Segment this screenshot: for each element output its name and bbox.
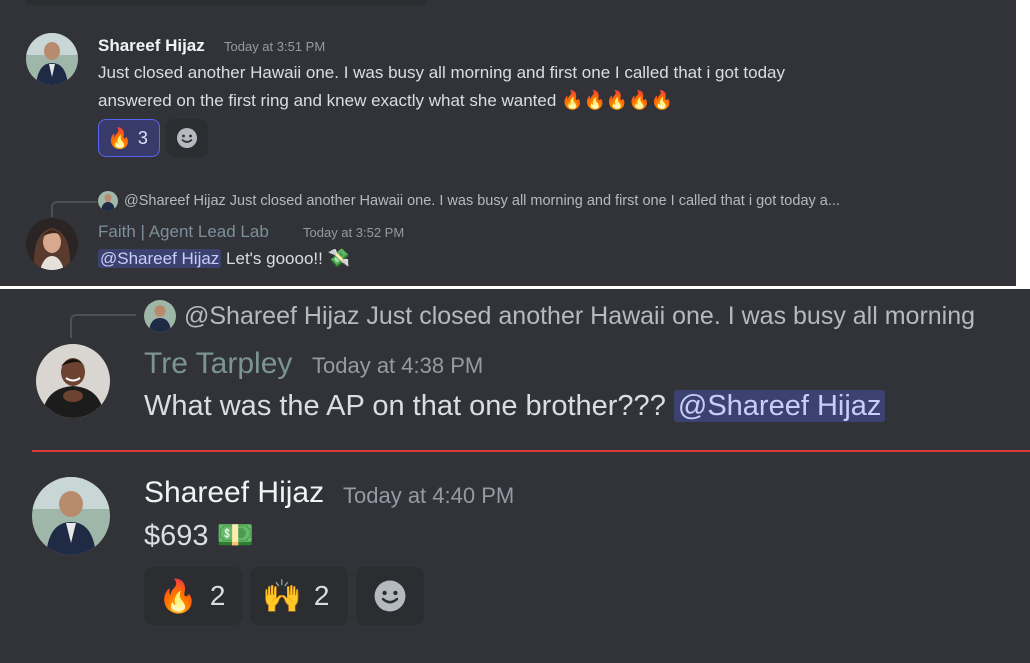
- timestamp: Today at 4:40 PM: [343, 483, 515, 508]
- author-name[interactable]: Tre Tarpley: [144, 347, 292, 381]
- avatar-shareef[interactable]: [26, 33, 78, 85]
- timestamp: Today at 4:38 PM: [312, 353, 484, 378]
- message-line-2: answered on the first ring and knew exac…: [98, 90, 673, 111]
- reaction-fire[interactable]: 🔥 3: [98, 119, 160, 157]
- reply-avatar-shareef: [144, 300, 176, 332]
- reply-spine: [70, 314, 136, 338]
- reaction-raised-hands[interactable]: 🙌 2: [250, 567, 348, 625]
- message-line-1: Just closed another Hawaii one. I was bu…: [98, 63, 785, 82]
- author-name[interactable]: Faith | Agent Lead Lab: [98, 222, 269, 242]
- avatar-faith[interactable]: [26, 218, 78, 270]
- reply-preview[interactable]: @Shareef Hijaz Just closed another Hawai…: [144, 300, 975, 332]
- message-content: @Shareef Hijaz Let's goooo!! 💸: [98, 248, 350, 269]
- new-messages-divider: [32, 450, 1030, 452]
- dollar-banknote-emoji: 💵: [216, 519, 254, 552]
- reaction-count: 2: [209, 580, 226, 611]
- chat-screenshot: Shareef Hijaz Today at 3:51 PM Just clos…: [0, 0, 1030, 663]
- previous-embed-edge: [26, 0, 426, 5]
- fire-emojis: 🔥🔥🔥🔥🔥: [561, 90, 674, 110]
- mention-shareef[interactable]: @Shareef Hijaz: [673, 390, 886, 422]
- reply-preview[interactable]: @Shareef Hijaz Just closed another Hawai…: [98, 191, 840, 211]
- mention-shareef[interactable]: @Shareef Hijaz: [98, 249, 222, 268]
- author-name[interactable]: Shareef Hijaz: [144, 476, 324, 510]
- add-reaction-button[interactable]: [356, 567, 424, 625]
- reaction-fire[interactable]: 🔥 2: [144, 567, 242, 625]
- message-line-2-text: answered on the first ring and knew exac…: [98, 91, 557, 110]
- smile-add-reaction-icon: [374, 580, 406, 612]
- message-text: $693: [144, 520, 209, 552]
- reply-preview-text: @Shareef Hijaz Just closed another Hawai…: [184, 301, 976, 330]
- avatar-shareef[interactable]: [32, 477, 110, 555]
- raised-hands-icon: 🙌: [262, 578, 302, 614]
- fire-icon: 🔥: [107, 127, 132, 150]
- message-text: What was the AP on that one brother???: [144, 390, 666, 422]
- timestamp: Today at 3:52 PM: [303, 225, 405, 240]
- avatar-tre[interactable]: [36, 344, 110, 418]
- message-content: $693 💵: [144, 518, 254, 553]
- reaction-count: 2: [313, 580, 330, 611]
- fire-icon: 🔥: [158, 578, 198, 614]
- reply-preview-text: @Shareef Hijaz Just closed another Hawai…: [124, 193, 840, 209]
- reply-spine: [51, 201, 97, 217]
- timestamp: Today at 3:51 PM: [224, 39, 326, 54]
- add-reaction-button[interactable]: [166, 119, 208, 157]
- reply-avatar-shareef: [98, 191, 118, 211]
- chat-panel-top: Shareef Hijaz Today at 3:51 PM Just clos…: [0, 0, 1016, 286]
- chat-panel-bottom: @Shareef Hijaz Just closed another Hawai…: [0, 289, 1030, 663]
- author-name[interactable]: Shareef Hijaz: [98, 36, 205, 56]
- message-text: Let's goooo!!: [226, 249, 323, 268]
- smile-add-reaction-icon: [177, 128, 197, 148]
- money-wings-emoji: 💸: [327, 248, 351, 268]
- message-content: What was the AP on that one brother??? @…: [144, 390, 886, 423]
- reaction-count: 3: [137, 127, 148, 148]
